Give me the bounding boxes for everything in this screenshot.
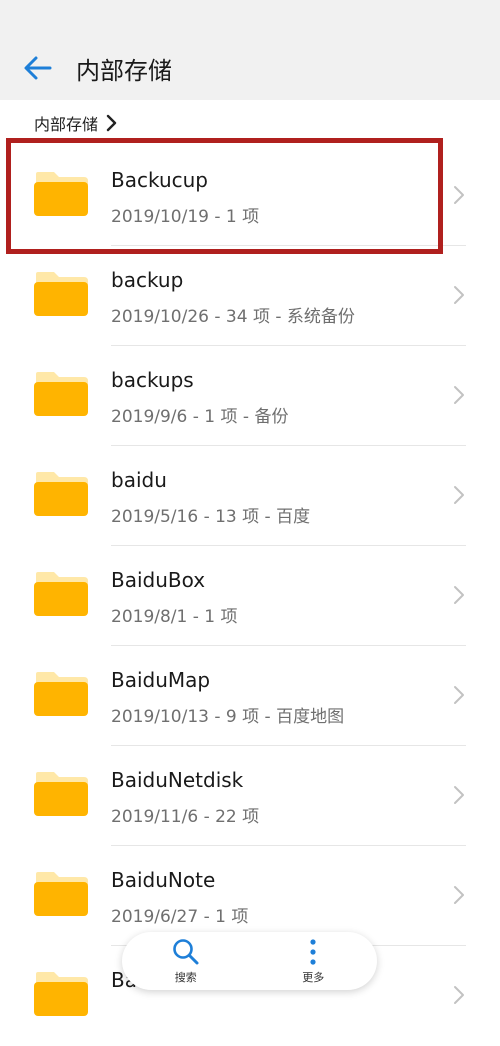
folder-row[interactable]: Backucup 2019/10/19 - 1 项 <box>0 146 500 246</box>
chevron-right-icon <box>106 114 117 132</box>
folder-meta: 2019/11/6 - 22 项 <box>111 807 260 827</box>
folder-meta: 2019/10/13 - 9 项 - 百度地图 <box>111 707 345 727</box>
chevron-right-icon <box>454 986 464 1004</box>
chevron-right-icon <box>454 386 464 404</box>
chevron-right-icon <box>454 786 464 804</box>
folder-icon <box>34 672 88 716</box>
folder-row[interactable]: BaiduNetdisk 2019/11/6 - 22 项 <box>0 746 500 846</box>
arrow-left-icon <box>24 56 52 80</box>
folder-name: backups <box>111 368 194 392</box>
folder-meta: 2019/8/1 - 1 项 <box>111 607 238 627</box>
page-title: 内部存储 <box>76 56 172 85</box>
chevron-right-icon <box>454 686 464 704</box>
folder-icon <box>34 372 88 416</box>
search-label: 搜索 <box>174 971 197 984</box>
more-label: 更多 <box>302 971 325 984</box>
folder-name: BaiduNote <box>111 868 216 892</box>
chevron-right-icon <box>454 886 464 904</box>
folder-meta: 2019/5/16 - 13 项 - 百度 <box>111 507 311 527</box>
folder-row[interactable]: backups 2019/9/6 - 1 项 - 备份 <box>0 346 500 446</box>
folder-row[interactable]: BaiduBox 2019/8/1 - 1 项 <box>0 546 500 646</box>
folder-meta: 2019/6/27 - 1 项 <box>111 907 249 927</box>
folder-name: BaiduBox <box>111 568 206 592</box>
search-icon <box>172 939 199 965</box>
folder-icon <box>34 572 88 616</box>
folder-list: Backucup 2019/10/19 - 1 项 backup 2019/10… <box>0 146 500 1046</box>
folder-icon <box>34 972 88 1016</box>
chevron-right-icon <box>454 586 464 604</box>
folder-name: Backucup <box>111 168 208 192</box>
app-bar: 内部存储 <box>0 36 500 100</box>
breadcrumb-label: 内部存储 <box>34 115 99 134</box>
status-bar <box>0 0 500 36</box>
chevron-right-icon <box>454 486 464 504</box>
folder-icon <box>34 172 88 216</box>
more-vertical-icon <box>310 939 316 965</box>
folder-row[interactable]: backup 2019/10/26 - 34 项 - 系统备份 <box>0 246 500 346</box>
search-button[interactable]: 搜索 <box>141 937 231 985</box>
folder-name: baidu <box>111 468 167 492</box>
folder-icon <box>34 472 88 516</box>
more-button[interactable]: 更多 <box>268 937 358 985</box>
folder-name: BaiduNetdisk <box>111 768 244 792</box>
back-button[interactable] <box>0 36 76 100</box>
folder-meta: 2019/10/26 - 34 项 - 系统备份 <box>111 307 355 327</box>
breadcrumb[interactable]: 内部存储 <box>34 108 118 138</box>
chevron-right-icon <box>454 286 464 304</box>
folder-icon <box>34 272 88 316</box>
folder-row[interactable]: BaiduMap 2019/10/13 - 9 项 - 百度地图 <box>0 646 500 746</box>
folder-row[interactable]: BaiduNote 2019/6/27 - 1 项 <box>0 846 500 946</box>
folder-icon <box>34 872 88 916</box>
folder-meta: 2019/10/19 - 1 项 <box>111 207 260 227</box>
folder-row[interactable]: baidu 2019/5/16 - 13 项 - 百度 <box>0 446 500 546</box>
folder-name: backup <box>111 268 184 292</box>
chevron-right-icon <box>454 186 464 204</box>
folder-icon <box>34 772 88 816</box>
folder-meta: 2019/9/6 - 1 项 - 备份 <box>111 407 289 427</box>
bottom-action-bar: 搜索 更多 <box>122 932 377 990</box>
folder-name: BaiduMap <box>111 668 211 692</box>
